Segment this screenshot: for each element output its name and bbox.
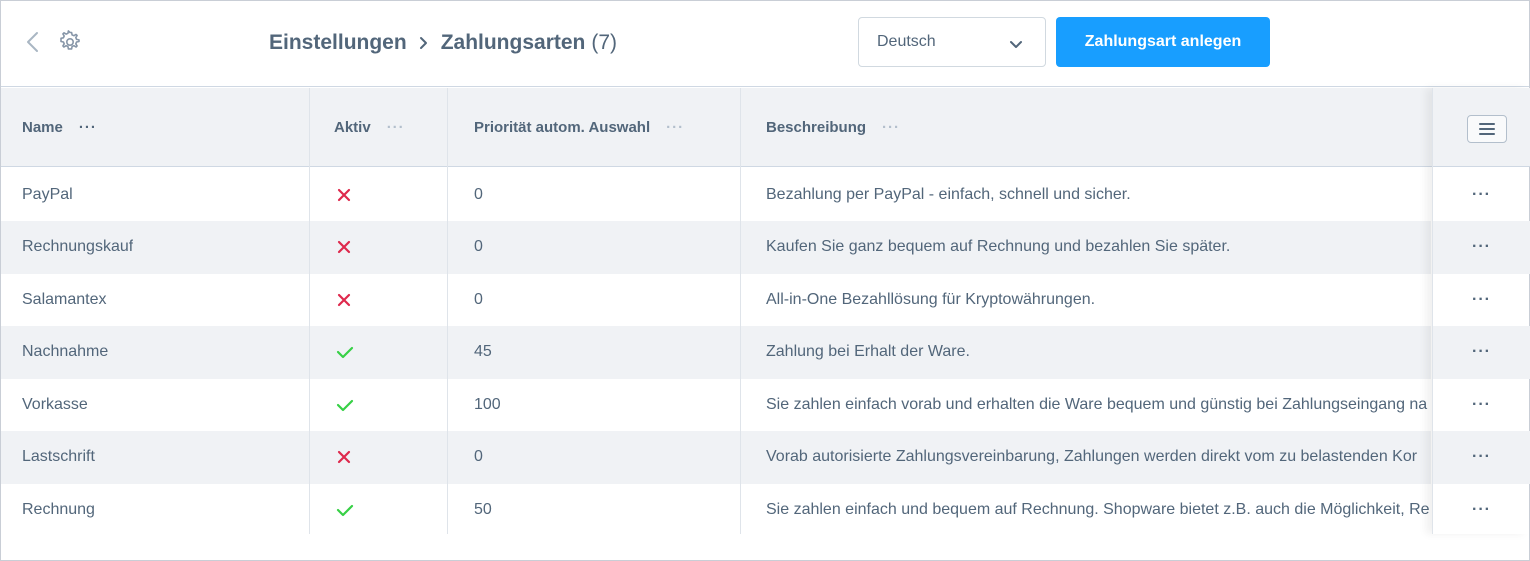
column-header-priority[interactable]: Priorität autom. Auswahl ··· <box>474 88 684 167</box>
more-icon: ··· <box>1472 500 1491 518</box>
breadcrumb: Einstellungen Zahlungsarten (7) <box>269 29 617 57</box>
cell-priority: 0 <box>474 238 483 255</box>
cell-priority: 100 <box>474 395 501 413</box>
cell-description: Sie zahlen einfach vorab und erhalten di… <box>766 395 1428 413</box>
column-divider <box>740 88 741 534</box>
cell-name: Nachnahme <box>22 343 109 360</box>
row-context-menu-button[interactable]: ··· <box>1433 325 1530 379</box>
cross-icon <box>336 273 352 326</box>
column-header-active[interactable]: Aktiv ··· <box>334 88 405 167</box>
column-divider <box>309 88 310 534</box>
row-context-menu-button[interactable]: ··· <box>1433 168 1530 221</box>
column-header-name[interactable]: Name ··· <box>22 88 97 167</box>
actions-header <box>1433 88 1530 167</box>
menu-icon <box>1479 123 1495 135</box>
check-icon <box>336 483 354 536</box>
more-icon: ··· <box>1472 185 1491 203</box>
more-icon: ··· <box>1472 290 1491 308</box>
column-divider <box>447 88 448 534</box>
cell-description: Kaufen Sie ganz bequem auf Rechnung und … <box>766 238 1231 255</box>
table-row[interactable]: Nachnahme 45 Zahlung bei Erhalt der Ware. <box>1 325 1431 379</box>
app-window: Einstellungen Zahlungsarten (7) Deutsch … <box>0 0 1530 561</box>
cell-priority: 0 <box>474 185 483 203</box>
more-icon: ··· <box>1472 238 1491 255</box>
cross-icon <box>336 221 352 274</box>
cross-icon <box>336 431 352 484</box>
create-payment-method-button[interactable]: Zahlungsart anlegen <box>1056 17 1270 67</box>
cell-name: PayPal <box>22 185 73 203</box>
table-row[interactable]: Salamantex 0 All-in-One Bezahllösung für K… <box>1 273 1431 326</box>
row-context-menu-button[interactable]: ··· <box>1433 430 1530 484</box>
language-select[interactable]: Deutsch <box>858 17 1046 67</box>
cell-description: Vorab autorisierte Zahlungsvereinbarung,… <box>766 448 1418 465</box>
language-value: Deutsch <box>877 33 936 50</box>
cell-name: Lastschrift <box>22 448 95 465</box>
cell-priority: 50 <box>474 500 492 518</box>
page-header: Einstellungen Zahlungsarten (7) Deutsch … <box>1 1 1529 87</box>
more-icon: ··· <box>1472 395 1491 413</box>
column-menu-icon[interactable]: ··· <box>666 119 684 136</box>
page-title: Zahlungsarten <box>440 31 586 54</box>
row-context-menu-button[interactable]: ··· <box>1433 378 1530 431</box>
cell-description: Sie zahlen einfach und bequem auf Rechnu… <box>766 500 1430 518</box>
cell-priority: 45 <box>474 343 492 360</box>
column-header-description[interactable]: Beschreibung ··· <box>766 88 900 167</box>
breadcrumb-settings[interactable]: Einstellungen <box>269 31 407 55</box>
table-row[interactable]: Lastschrift 0 Vorab autorisierte Zahlungsv… <box>1 430 1431 484</box>
cell-name: Vorkasse <box>22 395 88 413</box>
cell-priority: 0 <box>474 290 483 308</box>
row-context-menu-button[interactable]: ··· <box>1433 220 1530 274</box>
column-label-active: Aktiv <box>334 119 371 136</box>
cell-name: Rechnung <box>22 500 95 518</box>
check-icon <box>336 378 354 431</box>
cell-description: Zahlung bei Erhalt der Ware. <box>766 343 970 360</box>
grid-header: Name ··· Aktiv ··· Priorität autom. Ausw… <box>1 88 1529 167</box>
item-count: (7) <box>591 31 618 54</box>
grid-settings-button[interactable] <box>1467 115 1507 143</box>
table-row[interactable]: Rechnungskauf 0 Kaufen Sie ganz bequem auf… <box>1 220 1431 274</box>
gear-icon[interactable] <box>57 29 83 55</box>
column-label-description: Beschreibung <box>766 119 867 136</box>
more-icon: ··· <box>1472 448 1491 465</box>
column-menu-icon[interactable]: ··· <box>79 119 97 136</box>
back-icon[interactable] <box>21 29 45 55</box>
more-icon: ··· <box>1472 343 1491 360</box>
column-label-name: Name <box>22 119 63 136</box>
cross-icon <box>336 168 352 221</box>
chevron-right-icon <box>419 36 429 50</box>
table-row[interactable]: Rechnung 50 Sie zahlen einfach und bequem … <box>1 483 1431 536</box>
cell-description: Bezahlung per PayPal - einfach, schnell … <box>766 185 1131 203</box>
column-label-priority: Priorität autom. Auswahl <box>474 119 651 136</box>
column-menu-icon[interactable]: ··· <box>387 119 405 136</box>
table-row[interactable]: Vorkasse 100 Sie zahlen einfach vorab und … <box>1 378 1431 431</box>
cell-name: Rechnungskauf <box>22 238 134 255</box>
chevron-down-icon <box>1009 37 1023 48</box>
cell-description: All-in-One Bezahllösung für Kryptowährun… <box>766 290 1096 308</box>
check-icon <box>336 326 354 379</box>
column-menu-icon[interactable]: ··· <box>882 119 900 136</box>
actions-column: ··· ··· ··· ··· ··· ··· ··· <box>1432 88 1530 536</box>
cell-name: Salamantex <box>22 290 107 308</box>
row-context-menu-button[interactable]: ··· <box>1433 273 1530 326</box>
row-context-menu-button[interactable]: ··· <box>1433 483 1530 536</box>
cell-priority: 0 <box>474 448 483 465</box>
table-row[interactable]: PayPal 0 Bezahlung per PayPal - einfach, s… <box>1 168 1431 221</box>
